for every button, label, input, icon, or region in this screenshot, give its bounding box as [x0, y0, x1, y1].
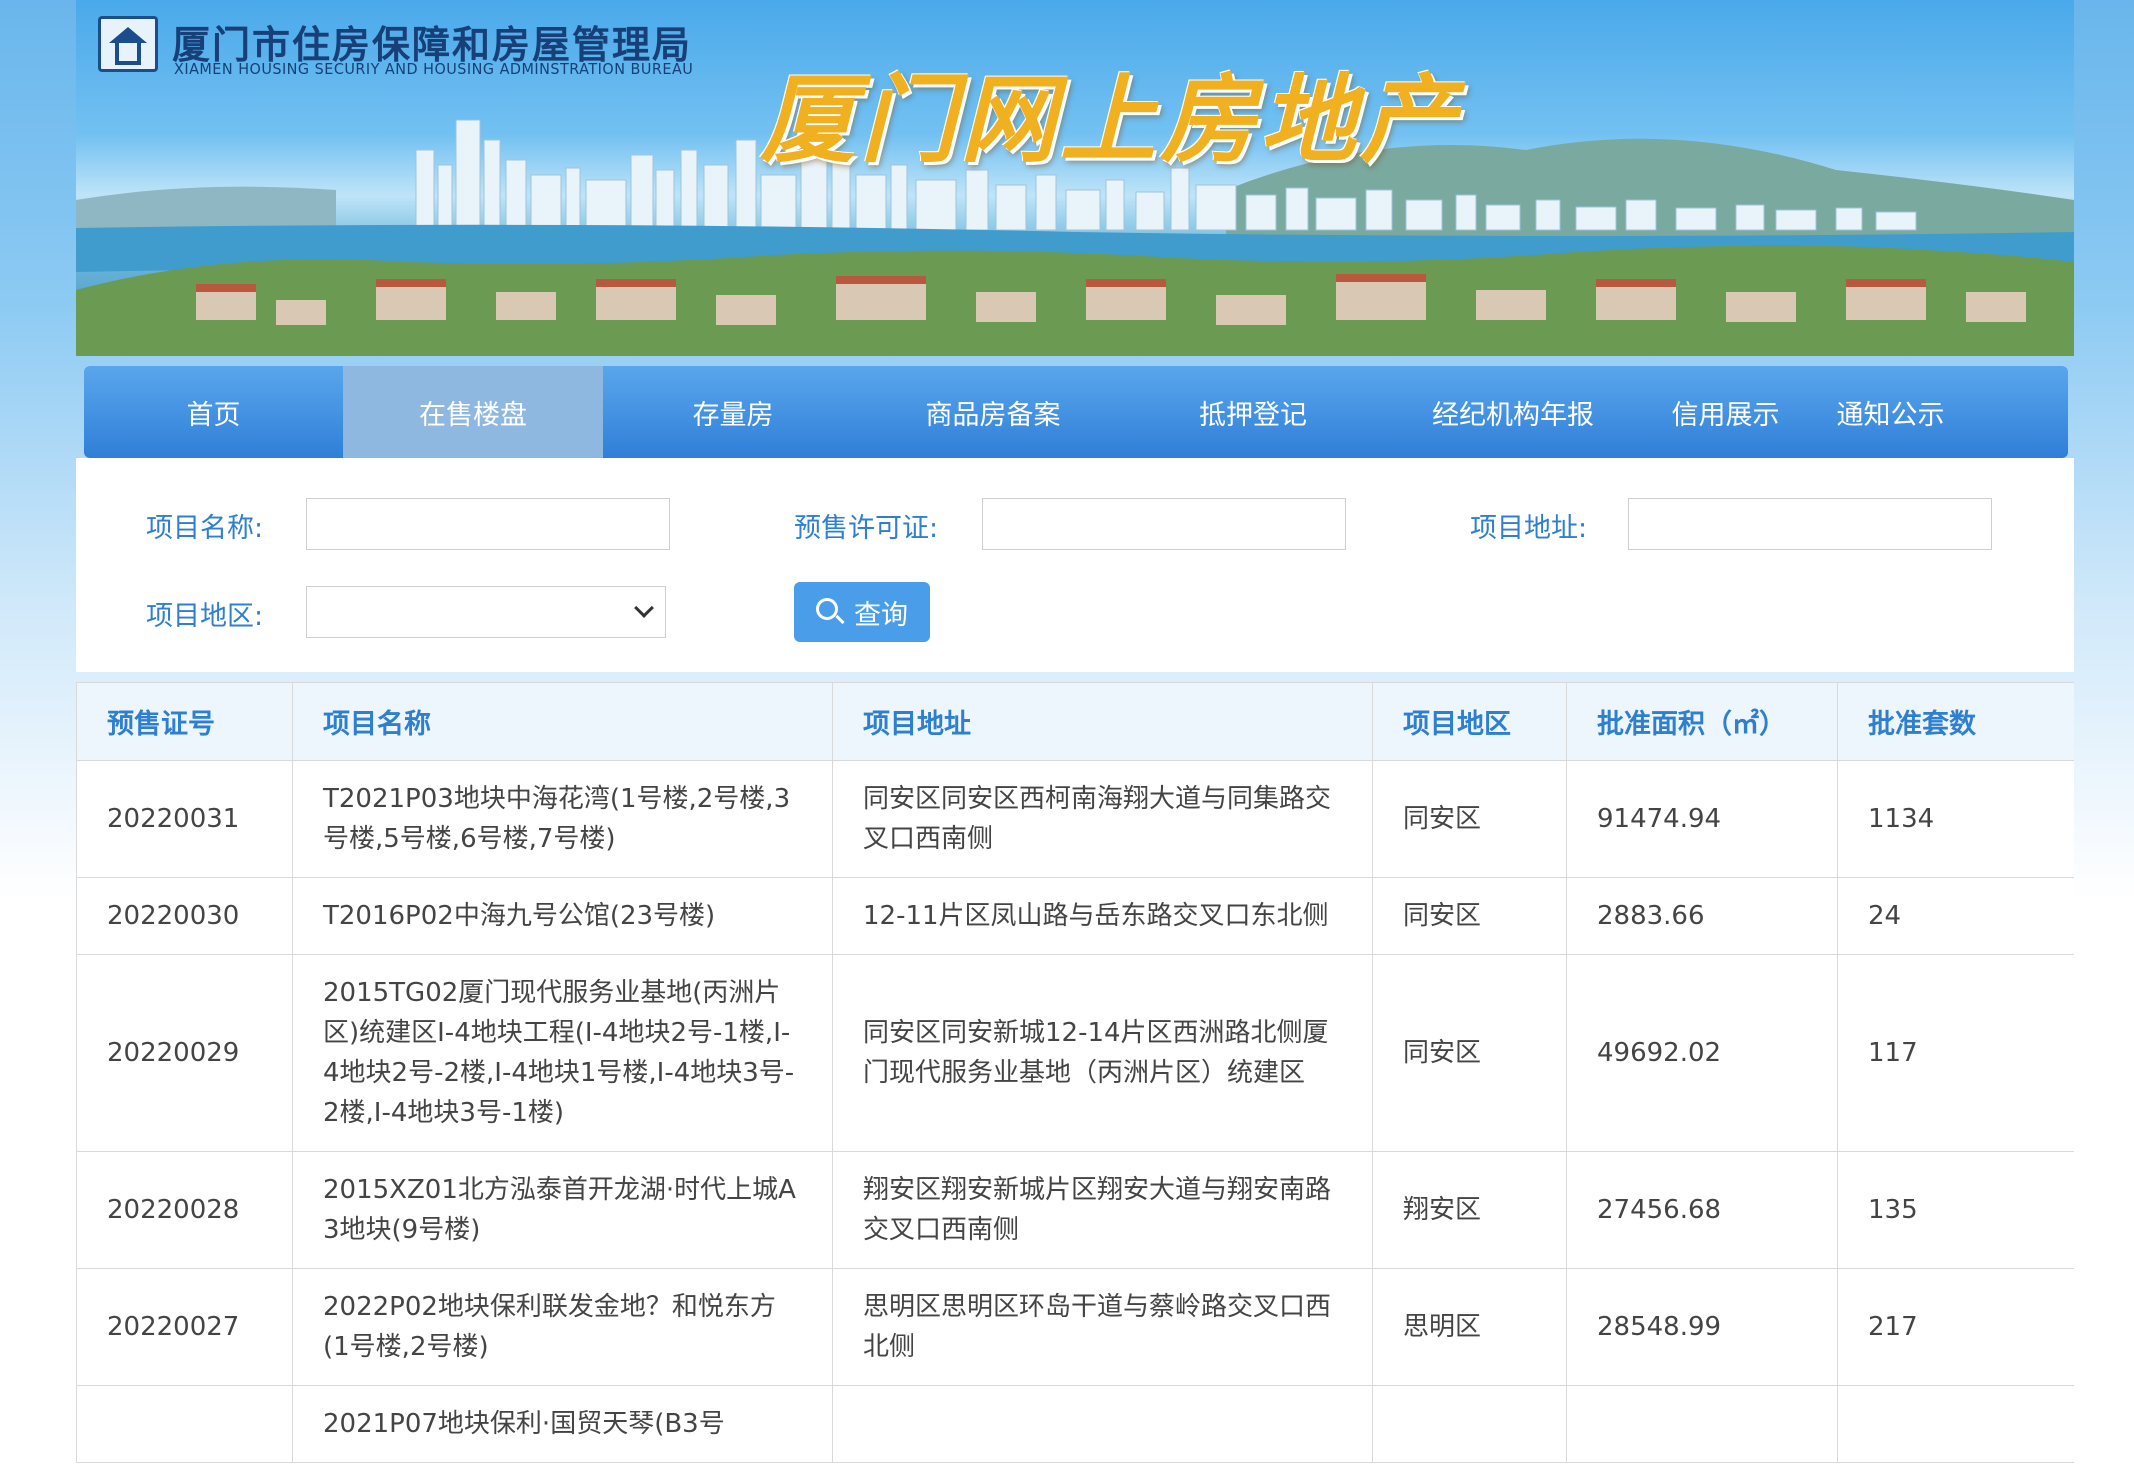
cell-project-name[interactable]: T2016P02中海九号公馆(23号楼) [292, 877, 833, 955]
cell-approved-units: 117 [1837, 954, 2074, 1152]
cell-project-area [1372, 1385, 1567, 1463]
project-name-label: 项目名称: [146, 513, 264, 544]
cell-permit-no: 20220029 [76, 954, 293, 1152]
search-panel: 项目名称: 预售许可证: 项目地址: 项目地区: 查询 [76, 458, 2074, 672]
col-header-approved-units[interactable]: 批准套数 [1837, 682, 2074, 761]
project-name-input[interactable] [306, 498, 670, 550]
nav-item-agency-report[interactable]: 经纪机构年报 [1383, 366, 1643, 458]
table-row[interactable]: 20220031 T2021P03地块中海花湾(1号楼,2号楼,3号楼,5号楼,… [76, 760, 2074, 878]
cell-project-area: 翔安区 [1372, 1151, 1567, 1269]
cell-project-name[interactable]: 2021P07地块保利·国贸天琴(B3号 [292, 1385, 833, 1463]
col-header-permit-no[interactable]: 预售证号 [76, 682, 293, 761]
cell-project-name[interactable]: 2022P02地块保利联发金地？和悦东方(1号楼,2号楼) [292, 1268, 833, 1386]
col-header-project-area[interactable]: 项目地区 [1372, 682, 1567, 761]
col-header-project-address[interactable]: 项目地址 [832, 682, 1373, 761]
cell-project-address: 同安区同安新城12-14片区西洲路北侧厦门现代服务业基地（丙洲片区）统建区 [832, 954, 1373, 1152]
nav-item-resale[interactable]: 存量房 [603, 366, 863, 458]
cell-approved-units: 1134 [1837, 760, 2074, 878]
cell-project-area: 同安区 [1372, 954, 1567, 1152]
header-banner: 厦门市住房保障和房屋管理局 XIAMEN HOUSING SECURIY AND… [76, 0, 2074, 356]
table-row[interactable]: 20220028 2015XZ01北方泓泰首开龙湖·时代上城A3地块(9号楼) … [76, 1151, 2074, 1269]
cell-approved-units: 135 [1837, 1151, 2074, 1269]
cell-approved-area: 49692.02 [1566, 954, 1838, 1152]
cell-approved-area: 27456.68 [1566, 1151, 1838, 1269]
presale-permit-input[interactable] [982, 498, 1346, 550]
project-address-label: 项目地址: [1470, 513, 1588, 544]
cell-permit-no: 20220028 [76, 1151, 293, 1269]
cell-project-address: 12-11片区凤山路与岳东路交叉口东北侧 [832, 877, 1373, 955]
chevron-down-icon [634, 598, 654, 618]
cell-permit-no: 20220030 [76, 877, 293, 955]
nav-item-filing[interactable]: 商品房备案 [863, 366, 1123, 458]
cell-project-name[interactable]: 2015TG02厦门现代服务业基地(丙洲片区)统建区I-4地块工程(I-4地块2… [292, 954, 833, 1152]
table-header-row: 预售证号 项目名称 项目地址 项目地区 批准面积（㎡） 批准套数 [76, 682, 2074, 761]
org-name-en: XIAMEN HOUSING SECURIY AND HOUSING ADMIN… [174, 60, 694, 78]
cell-permit-no: 20220027 [76, 1268, 293, 1386]
project-address-input[interactable] [1628, 498, 1992, 550]
table-row[interactable]: 20220030 T2016P02中海九号公馆(23号楼) 12-11片区凤山路… [76, 877, 2074, 955]
cell-project-area: 思明区 [1372, 1268, 1567, 1386]
nav-item-notice[interactable]: 通知公示 [1808, 366, 1973, 458]
main-nav: 首页 在售楼盘 存量房 商品房备案 抵押登记 经纪机构年报 信用展示 通知公示 [84, 366, 2068, 458]
cell-project-address: 思明区思明区环岛干道与蔡岭路交叉口西北侧 [832, 1268, 1373, 1386]
cell-permit-no [76, 1385, 293, 1463]
table-row[interactable]: 20220029 2015TG02厦门现代服务业基地(丙洲片区)统建区I-4地块… [76, 954, 2074, 1152]
results-table: 预售证号 项目名称 项目地址 项目地区 批准面积（㎡） 批准套数 2022003… [76, 682, 2074, 1463]
presale-permit-label: 预售许可证: [794, 513, 939, 544]
cell-project-area: 同安区 [1372, 760, 1567, 878]
table-row[interactable]: 2021P07地块保利·国贸天琴(B3号 [76, 1385, 2074, 1463]
col-header-project-name[interactable]: 项目名称 [292, 682, 833, 761]
nav-item-home[interactable]: 首页 [84, 366, 343, 458]
cell-project-address: 翔安区翔安新城片区翔安大道与翔安南路交叉口西南侧 [832, 1151, 1373, 1269]
results-table-container: 预售证号 项目名称 项目地址 项目地区 批准面积（㎡） 批准套数 2022003… [76, 682, 2074, 1482]
search-button[interactable]: 查询 [794, 582, 930, 642]
cell-project-address [832, 1385, 1373, 1463]
cell-project-area: 同安区 [1372, 877, 1567, 955]
cell-approved-area [1566, 1385, 1838, 1463]
nav-item-on-sale[interactable]: 在售楼盘 [343, 366, 603, 458]
project-area-select[interactable] [306, 586, 666, 638]
cell-project-name[interactable]: T2021P03地块中海花湾(1号楼,2号楼,3号楼,5号楼,6号楼,7号楼) [292, 760, 833, 878]
site-title: 厦门网上房地产 [760, 64, 1460, 176]
search-button-label: 查询 [854, 599, 908, 631]
cell-project-address: 同安区同安区西柯南海翔大道与同集路交叉口西南侧 [832, 760, 1373, 878]
cell-permit-no: 20220031 [76, 760, 293, 878]
cell-approved-units: 24 [1837, 877, 2074, 955]
cell-approved-area: 91474.94 [1566, 760, 1838, 878]
cell-approved-area: 2883.66 [1566, 877, 1838, 955]
table-row[interactable]: 20220027 2022P02地块保利联发金地？和悦东方(1号楼,2号楼) 思… [76, 1268, 2074, 1386]
col-header-approved-area[interactable]: 批准面积（㎡） [1566, 682, 1838, 761]
house-logo-icon [98, 16, 158, 72]
nav-item-credit[interactable]: 信用展示 [1643, 366, 1808, 458]
cell-approved-area: 28548.99 [1566, 1268, 1838, 1386]
project-area-label: 项目地区: [146, 601, 264, 632]
cell-project-name[interactable]: 2015XZ01北方泓泰首开龙湖·时代上城A3地块(9号楼) [292, 1151, 833, 1269]
page: 厦门市住房保障和房屋管理局 XIAMEN HOUSING SECURIY AND… [76, 0, 2074, 1482]
nav-item-mortgage[interactable]: 抵押登记 [1123, 366, 1383, 458]
search-icon [816, 598, 845, 626]
cell-approved-units [1837, 1385, 2074, 1463]
cell-approved-units: 217 [1837, 1268, 2074, 1386]
